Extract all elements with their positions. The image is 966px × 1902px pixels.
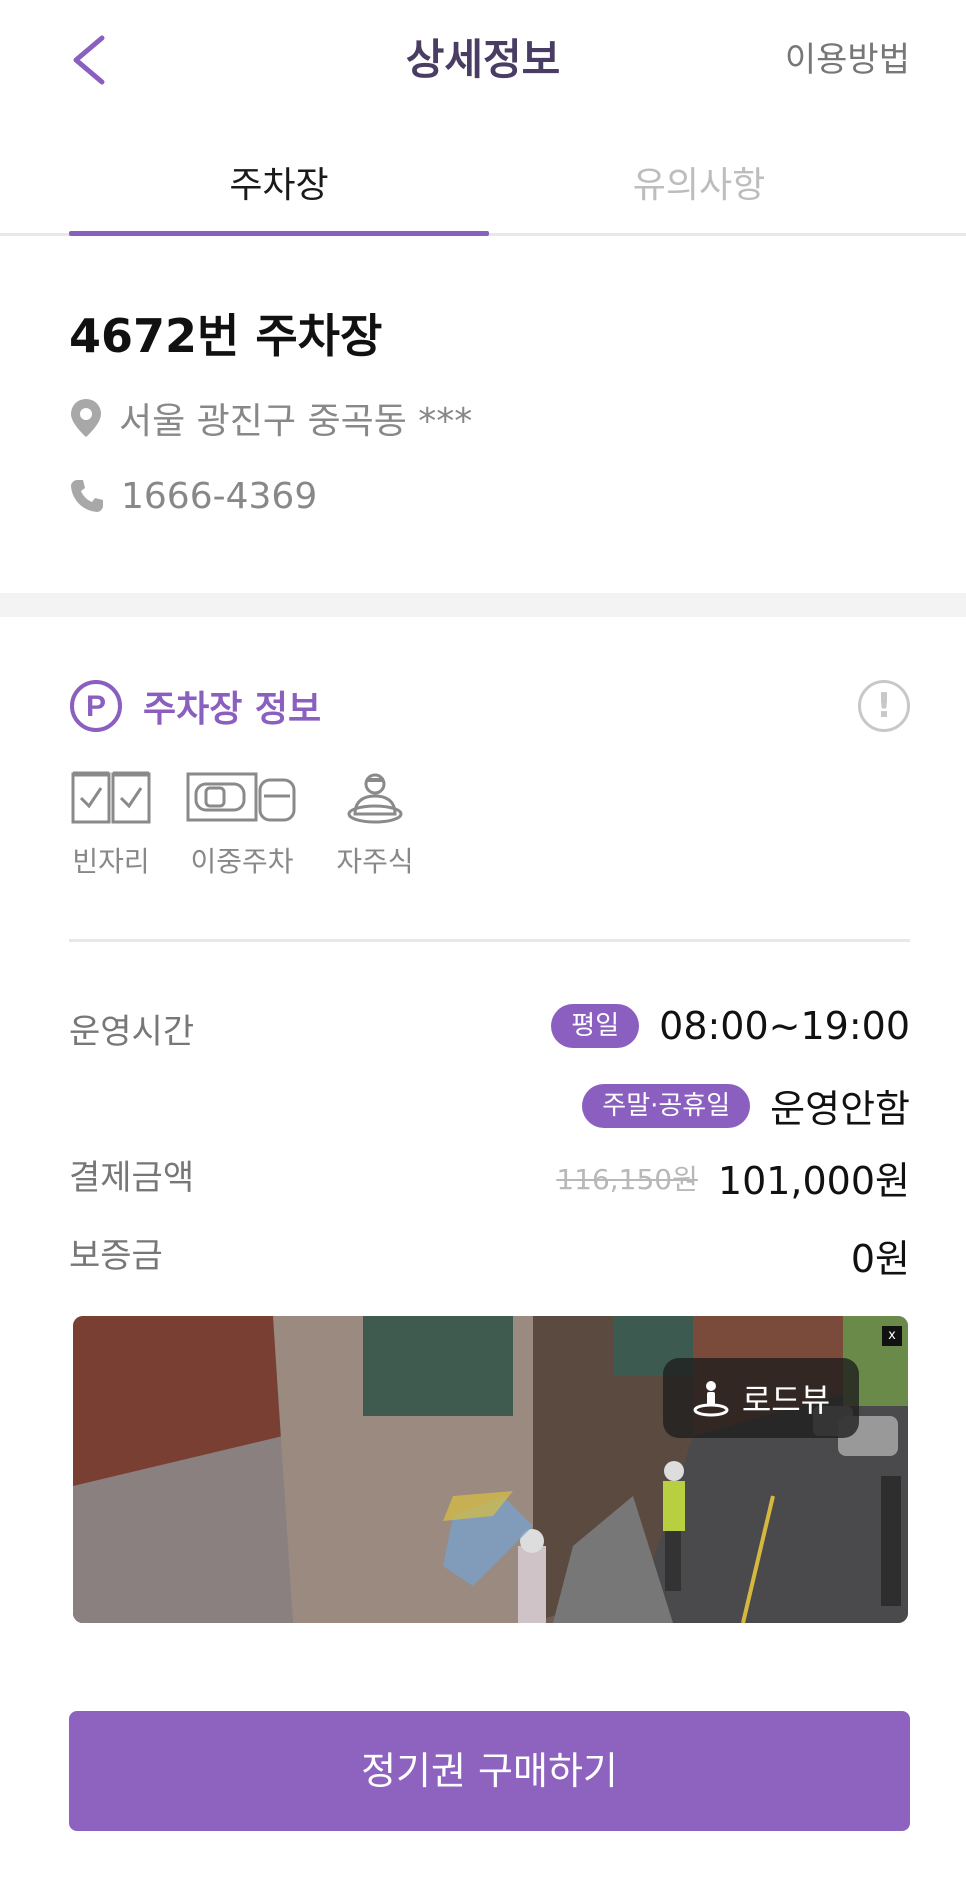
feature-empty-spaces: 빈자리 xyxy=(69,770,153,880)
weekend-hours-row: 주말·공휴일 운영안함 xyxy=(582,1078,910,1133)
active-tab-indicator xyxy=(69,231,489,236)
address-row: 서울 광진구 중곡동 *** xyxy=(69,390,472,446)
deposit-value: 0원 xyxy=(850,1237,910,1281)
section-header: P 주차장 정보 xyxy=(69,678,321,734)
weekend-badge: 주말·공휴일 xyxy=(582,1083,751,1128)
phone-number[interactable]: 1666-4369 xyxy=(121,476,317,517)
self-parking-driver-icon xyxy=(347,773,403,824)
weekend-hours: 운영안함 xyxy=(770,1087,910,1131)
weekday-hours-row: 평일 08:00~19:00 xyxy=(551,1004,910,1048)
tab-parking[interactable]: 주차장 xyxy=(69,150,489,236)
divider xyxy=(69,939,910,942)
pegman-icon xyxy=(693,1381,729,1417)
price-label: 결제금액 xyxy=(69,1158,195,1198)
feature-double-parking: 이중주차 xyxy=(184,770,300,880)
header: 상세정보 이용방법 xyxy=(0,0,966,120)
phone-icon xyxy=(71,480,103,512)
buy-pass-button[interactable]: 정기권 구매하기 xyxy=(69,1711,910,1831)
road-view-image[interactable]: 로드뷰 x xyxy=(73,1316,908,1623)
svg-text:P: P xyxy=(86,690,106,723)
lot-name: 4672번 주차장 xyxy=(69,309,383,363)
road-view-button[interactable]: 로드뷰 xyxy=(663,1358,859,1438)
phone-row[interactable]: 1666-4369 xyxy=(69,468,317,524)
double-parking-icon xyxy=(186,772,296,822)
feature-label: 빈자리 xyxy=(72,845,150,878)
info-icon[interactable]: ! xyxy=(858,680,910,732)
section-separator xyxy=(0,593,966,617)
road-view-label: 로드뷰 xyxy=(741,1381,831,1419)
parking-p-icon: P xyxy=(70,680,122,732)
weekday-hours: 08:00~19:00 xyxy=(659,1004,910,1048)
help-link[interactable]: 이용방법 xyxy=(785,30,910,90)
checkbox-slots-icon xyxy=(71,771,151,824)
deposit-row: 0원 xyxy=(851,1228,910,1283)
price-row: 116,150원 101,000원 xyxy=(556,1150,910,1205)
close-icon[interactable]: x xyxy=(882,1326,902,1346)
location-pin-icon xyxy=(71,399,101,437)
original-price: 116,150원 xyxy=(556,1162,698,1196)
weekday-badge: 평일 xyxy=(551,1004,640,1048)
address-text: 서울 광진구 중곡동 *** xyxy=(119,401,473,442)
price-value: 101,000원 xyxy=(717,1159,910,1203)
feature-label: 자주식 xyxy=(336,845,414,878)
hours-label: 운영시간 xyxy=(69,1012,195,1052)
section-title: 주차장 정보 xyxy=(143,689,322,730)
tab-notes[interactable]: 유의사항 xyxy=(489,150,909,236)
feature-self-parking: 자주식 xyxy=(330,770,420,880)
deposit-label: 보증금 xyxy=(69,1236,163,1276)
tab-bar: 주차장 유의사항 xyxy=(0,150,966,236)
feature-label: 이중주차 xyxy=(190,845,294,878)
